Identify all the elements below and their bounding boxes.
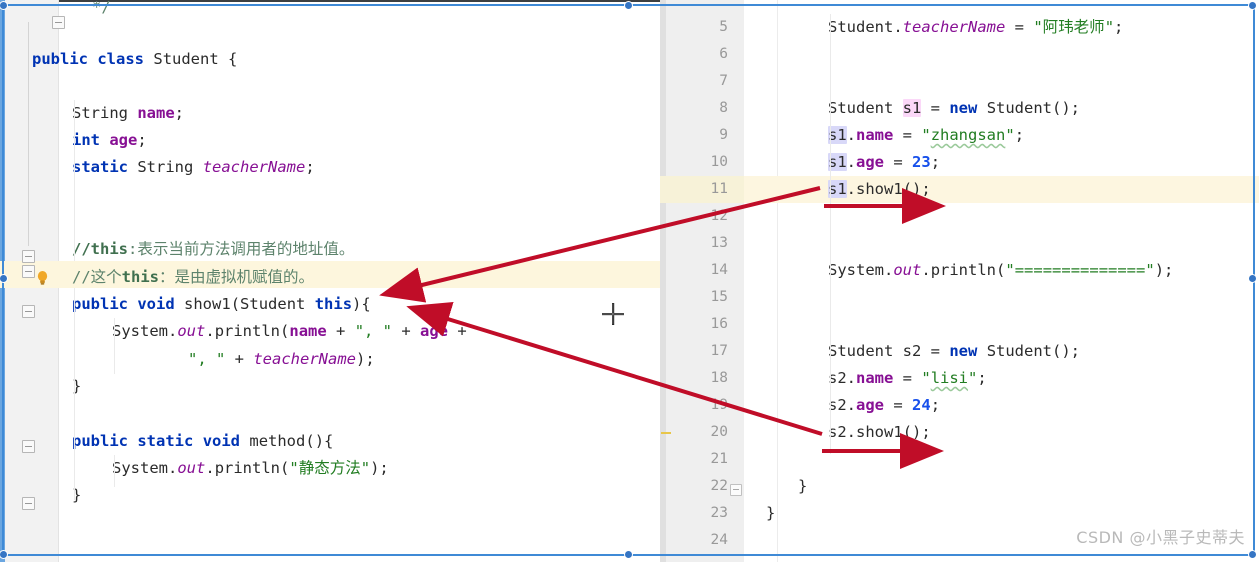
s1-age-value: 23 [912,153,931,171]
line-number-15: 15 [710,289,728,305]
code-line-17: Student s2 = new Student(); [828,342,1081,360]
line-number-22: 22 [710,478,728,494]
code-line-8: Student s1 = new Student(); [828,99,1081,117]
right-fold-marker-method-end[interactable] [730,484,742,496]
selection-handle-top-center[interactable] [624,1,633,10]
fold-marker-current[interactable] [22,265,35,278]
code-line-22: } [798,477,808,495]
code-line-11: s1.show1(); [828,180,931,198]
line-number-17: 17 [710,343,728,359]
code-line-comment-this-1: //this:表示当前方法调用者的地址值。 [72,240,355,258]
line-number-16: 16 [710,316,728,332]
code-line-show1-signature: public void show1(Student this){ [72,295,371,313]
fold-guide-line-1 [28,22,29,246]
code-line-19: s2.age = 24; [828,396,941,414]
line-number-6: 6 [719,46,728,62]
fold-marker-static-method[interactable] [22,440,35,453]
indent-guide-2 [114,318,115,374]
code-line-18: s2.name = "lisi"; [828,369,987,387]
line-number-10: 10 [710,154,728,170]
code-line-14: System.out.println("=============="); [828,261,1174,279]
csdn-watermark: CSDN @小黑子史蒂夫 [1076,528,1245,547]
left-code-editor[interactable]: */ public class Student { String name; i… [0,0,660,562]
selection-handle-middle-right[interactable] [1248,274,1257,283]
right-gutter-edge [660,0,666,562]
code-line-class-decl: public class Student { [32,50,238,68]
right-code-content[interactable]: Student.teacherName = "阿玮老师"; Student s1… [766,0,1259,562]
separator-string: ============== [1014,261,1146,279]
line-number-23: 23 [710,505,728,521]
line-number-7: 7 [719,73,728,89]
code-line-method-signature: public static void method(){ [72,432,334,450]
code-line-10: s1.age = 23; [828,153,941,171]
line-number-8: 8 [719,100,728,116]
code-line-5: Student.teacherName = "阿玮老师"; [828,18,1124,36]
right-indent-guide [830,14,831,454]
teacher-name-string: 阿玮老师 [1042,18,1105,36]
fold-marker-method-body[interactable] [22,305,35,318]
right-code-editor[interactable]: public static void main(String[] args) {… [660,0,1259,562]
intention-bulb-icon[interactable] [36,270,49,286]
s2-age-value: 24 [912,396,931,414]
fold-marker-class-end[interactable] [22,497,35,510]
code-line-show1-println-2: ", " + teacherName); [188,350,375,368]
code-line-20: s2.show1(); [828,423,931,441]
code-line-23: } [766,504,776,522]
line-number-5: 5 [719,19,728,35]
line-number-20: 20 [710,424,728,440]
scroll-change-marker [661,432,671,434]
line-number-14: 14 [710,262,728,278]
s2-name-string: lisi [930,369,969,387]
fold-marker-show1[interactable] [22,250,35,263]
line-number-21: 21 [710,451,728,467]
line-number-11: 11 [710,181,728,197]
code-line-comment-this-2-text: //这个this：是由虚拟机赋值的。 [72,268,315,286]
selection-handle-bottom-right[interactable] [1248,550,1257,559]
static-method-string: 静态方法 [298,459,361,477]
line-number-12: 12 [710,208,728,224]
line-number-9: 9 [719,127,728,143]
line-number-13: 13 [710,235,728,251]
indent-guide-3 [114,455,115,487]
indent-guide-1 [74,100,75,500]
code-line-field-teachername: static String teacherName; [72,158,315,176]
crosshair-cursor-icon [602,303,624,325]
code-line-method-println: System.out.println("静态方法"); [112,459,389,477]
code-line-show1-println-1: System.out.println(name + ", " + age + [112,322,467,340]
code-line-field-name: String name; [72,104,185,122]
line-number-18: 18 [710,370,728,386]
right-gutter-separator [777,0,778,562]
selection-handle-bottom-center[interactable] [624,550,633,559]
line-number-24: 24 [710,532,728,548]
screenshot-stage: */ public class Student { String name; i… [0,0,1259,562]
selection-handle-top-right[interactable] [1248,1,1257,10]
line-number-19: 19 [710,397,728,413]
code-line-field-age: int age; [72,131,147,149]
code-line-9: s1.name = "zhangsan"; [828,126,1025,144]
s1-name-string: zhangsan [930,126,1006,144]
